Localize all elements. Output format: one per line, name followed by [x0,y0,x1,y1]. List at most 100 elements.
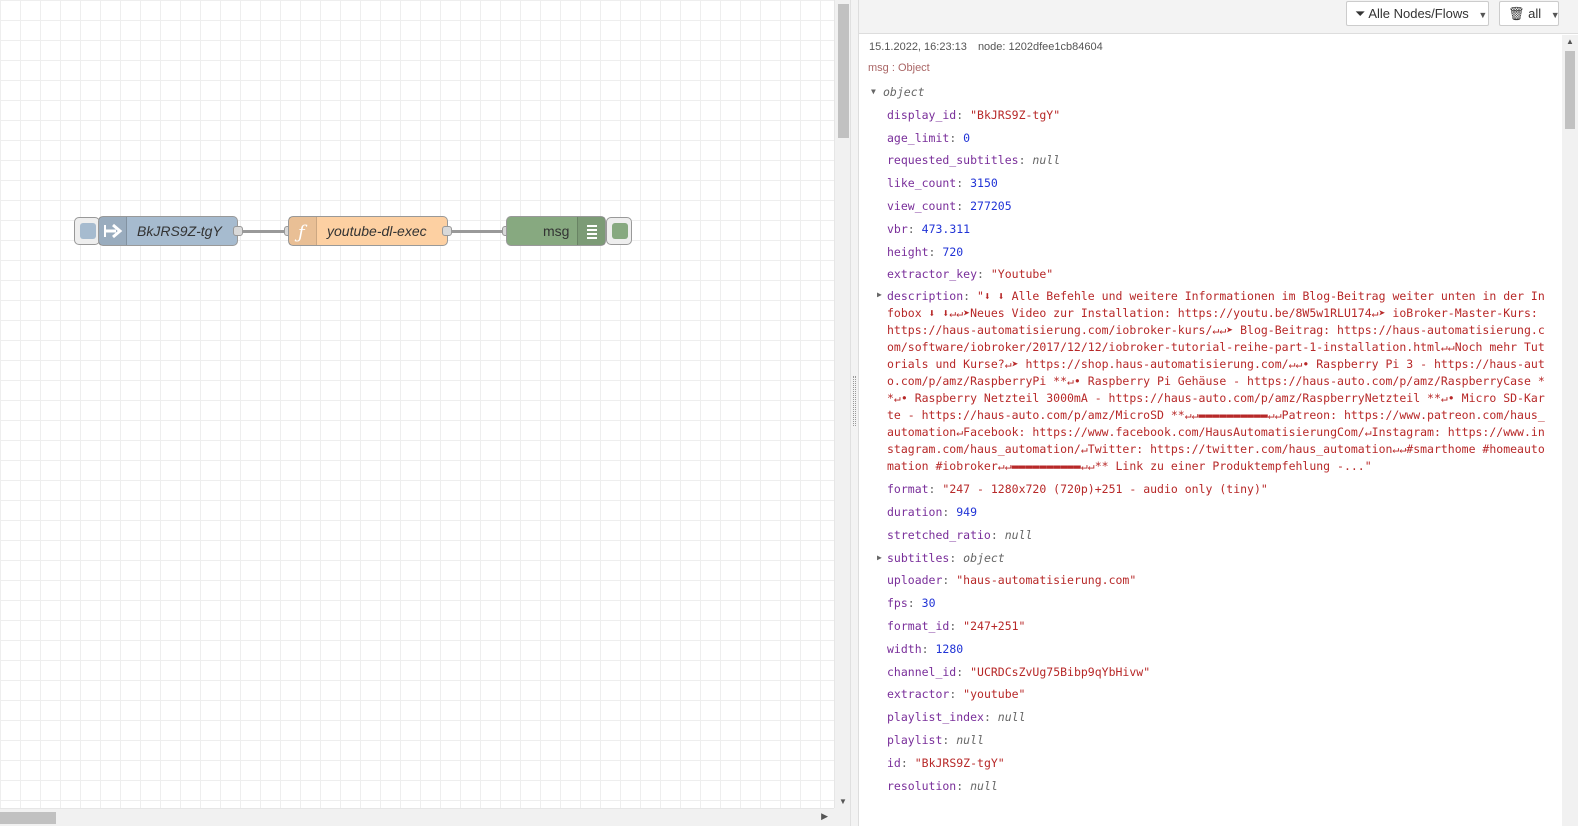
property-value: null [997,710,1026,725]
debug-list-icon [577,217,605,245]
flow-workspace[interactable]: BkJRS9Z-tgY ƒ youtube-dl-exec msg [0,0,834,808]
property-separator: : [956,176,971,191]
property-value: 720 [942,244,964,259]
wire [452,230,508,233]
function-output-port[interactable] [442,226,452,236]
property-separator: : [956,664,971,679]
property-row-subtitles[interactable]: ▶ subtitles: object [875,547,1551,570]
debug-message-topic: msg : Object [868,62,930,74]
scroll-right-icon[interactable]: ▶ [821,811,828,822]
property-key: description [887,289,964,304]
svg-text:ƒ: ƒ [294,222,308,243]
scroll-up-icon[interactable]: ▲ [1566,37,1574,46]
workspace-vertical-scrollbar[interactable]: ▼ [834,0,850,808]
property-row-playlist[interactable]: playlist: null [875,729,1551,752]
property-row-description[interactable]: ▶ description: "⬇ ⬇ Alle Befehle und wei… [875,286,1551,478]
property-row-height[interactable]: height: 720 [875,241,1551,264]
clear-messages-button[interactable]: 🗑 all ▼ [1499,1,1560,26]
property-row-fps[interactable]: fps: 30 [875,592,1551,615]
scrollbar-thumb[interactable] [838,4,849,138]
debug-node[interactable]: msg [506,216,606,246]
property-key: age_limit [887,130,950,145]
property-separator: : [956,107,971,122]
debug-toggle-button[interactable] [606,217,632,245]
property-row-stretched-ratio[interactable]: stretched_ratio: null [875,524,1551,547]
property-row-uploader[interactable]: uploader: "haus-automatisierung.com" [875,569,1551,592]
property-key: subtitles [887,550,950,565]
property-key: format [887,482,929,497]
sidebar-separator[interactable] [850,0,859,826]
property-row-playlist-index[interactable]: playlist_index: null [875,706,1551,729]
separator-grip-icon[interactable] [853,376,856,426]
debug-object-tree: ▼ object display_id: "BkJRS9Z-tgY" age_li… [871,81,1551,798]
property-row-age-limit[interactable]: age_limit: 0 [875,127,1551,150]
property-value: null [1032,153,1061,168]
property-separator: : [942,504,957,519]
inject-node[interactable]: BkJRS9Z-tgY [98,216,238,246]
inject-node-label: BkJRS9Z-tgY [137,223,222,239]
property-key: display_id [887,107,957,122]
debug-message-list[interactable]: 15.1.2022, 16:23:13 node: 1202dfee1cb846… [859,35,1562,826]
property-row-resolution[interactable]: resolution: null [875,775,1551,798]
property-value: "⬇ ⬇ Alle Befehle und weitere Informatio… [887,289,1545,474]
property-separator: : [983,710,998,725]
debug-toolbar: ⏷ Alle Nodes/Flows ▼ 🗑 all ▼ [859,0,1578,34]
property-separator: : [942,573,957,588]
inject-trigger-button[interactable] [74,217,100,245]
caret-right-icon[interactable]: ▶ [877,286,882,303]
property-value: "BkJRS9Z-tgY" [970,107,1061,122]
property-row-id[interactable]: id: "BkJRS9Z-tgY" [875,752,1551,775]
filter-label: Alle Nodes/Flows [1368,6,1469,21]
property-value: object [963,550,1005,565]
property-row-like-count[interactable]: like_count: 3150 [875,172,1551,195]
property-row-channel-id[interactable]: channel_id: "UCRDCsZvUg75Bibp9qYbHivw" [875,661,1551,684]
filter-nodes-button[interactable]: ⏷ Alle Nodes/Flows ▼ [1346,1,1489,26]
scroll-down-icon[interactable]: ▼ [839,797,847,806]
scrollbar-thumb[interactable] [0,812,56,824]
property-value: "haus-automatisierung.com" [956,573,1137,588]
caret-down-icon[interactable]: ▼ [871,81,876,104]
property-separator: : [907,596,922,611]
property-value: "BkJRS9Z-tgY" [914,755,1005,770]
clear-label: all [1528,6,1542,21]
object-root-label: object [883,85,925,99]
chevron-down-icon: ▼ [1478,10,1488,20]
property-value: 473.311 [921,221,971,236]
property-key: vbr [887,221,908,236]
function-node-label: youtube-dl-exec [327,223,427,239]
property-key: height [887,244,929,259]
property-row-display-id[interactable]: display_id: "BkJRS9Z-tgY" [875,104,1551,127]
property-row-duration[interactable]: duration: 949 [875,501,1551,524]
property-separator: : [900,755,915,770]
property-separator: : [990,527,1005,542]
property-separator: : [956,778,971,793]
property-value: 3150 [970,176,998,191]
property-row-width[interactable]: width: 1280 [875,638,1551,661]
property-row-extractor[interactable]: extractor: "youtube" [875,683,1551,706]
property-separator: : [1018,153,1033,168]
property-list: display_id: "BkJRS9Z-tgY" age_limit: 0 req… [875,104,1551,286]
property-row-requested-subtitles[interactable]: requested_subtitles: null [875,149,1551,172]
property-row-vbr[interactable]: vbr: 473.311 [875,218,1551,241]
caret-right-icon[interactable]: ▶ [877,547,882,570]
property-row-format[interactable]: format: "247 - 1280x720 (720p)+251 - aud… [875,478,1551,501]
debug-message-meta: 15.1.2022, 16:23:13 node: 1202dfee1cb846… [869,41,1111,53]
property-row-extractor-key[interactable]: extractor_key: "Youtube" [875,263,1551,286]
inject-output-port[interactable] [233,226,243,236]
property-key: view_count [887,198,957,213]
property-key: extractor_key [887,267,978,282]
debug-node-id[interactable]: node: 1202dfee1cb84604 [978,41,1103,53]
wire [243,230,288,233]
property-key: playlist [887,732,943,747]
property-separator: : [921,641,936,656]
property-value: "Youtube" [990,267,1054,282]
scrollbar-thumb[interactable] [1565,51,1575,129]
workspace-horizontal-scrollbar[interactable]: ▶ [0,808,834,826]
property-key: fps [887,596,908,611]
property-row-view-count[interactable]: view_count: 277205 [875,195,1551,218]
trash-icon: 🗑 [1508,6,1525,21]
object-root-row[interactable]: ▼ object [871,81,1551,104]
function-node[interactable]: ƒ youtube-dl-exec [288,216,448,246]
property-row-format-id[interactable]: format_id: "247+251" [875,615,1551,638]
sidebar-scrollbar[interactable]: ▲ [1562,35,1578,826]
